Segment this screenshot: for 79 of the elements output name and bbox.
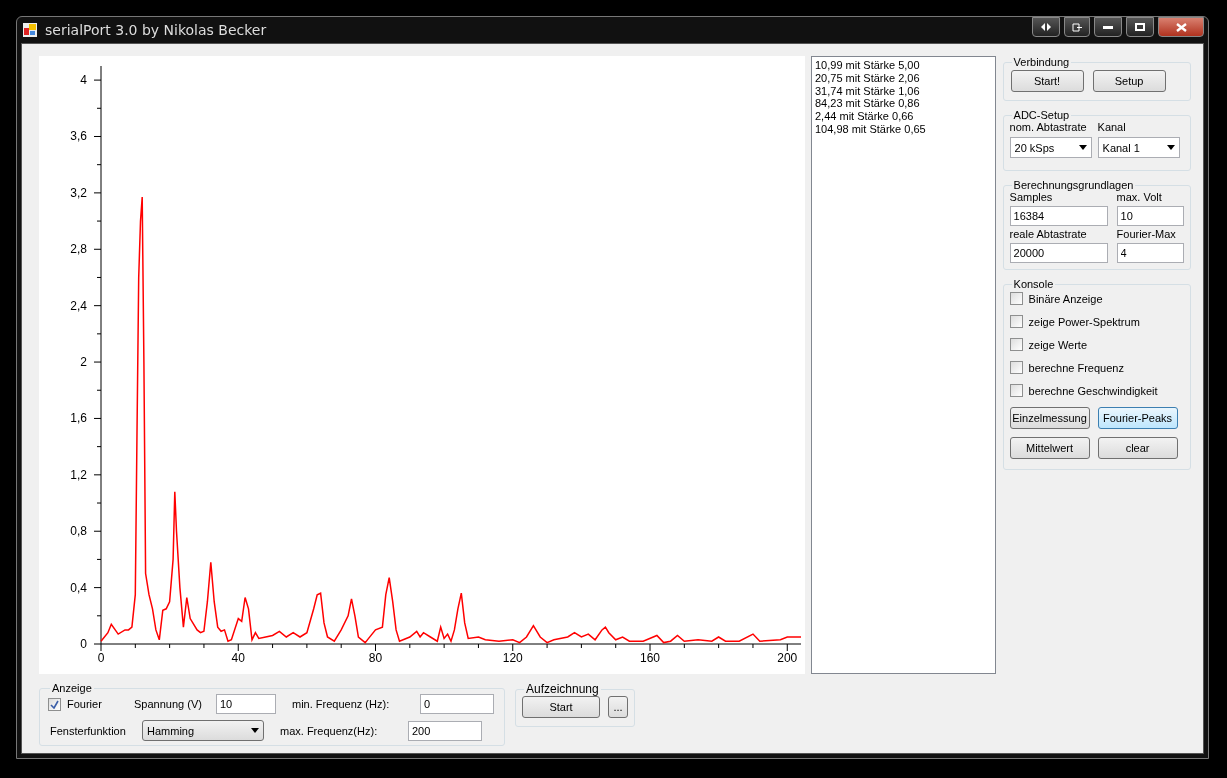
field-label: nom. Abtastrate xyxy=(1009,121,1088,133)
x-tick-label: 80 xyxy=(368,651,383,665)
window-title: serialPort 3.0 by Nikolas Becker xyxy=(45,22,267,38)
checkbox-label: Binäre Anzeige xyxy=(1028,292,1103,305)
dropdown[interactable]: Kanal 1 xyxy=(1097,137,1180,158)
group-title: Berechnungsgrundlagen xyxy=(1012,179,1135,191)
field-label: max. Volt xyxy=(1116,191,1163,203)
exit-icon[interactable] xyxy=(1064,17,1090,37)
checkbox-label: zeige Werte xyxy=(1028,338,1088,351)
maximize-icon[interactable] xyxy=(1126,17,1154,37)
button[interactable]: clear xyxy=(1097,437,1178,459)
list-item[interactable]: 31,74 mit Stärke 1,06 xyxy=(815,84,992,98)
checkbox[interactable] xyxy=(1009,338,1023,351)
button[interactable]: Setup xyxy=(1092,70,1166,92)
list-item[interactable]: 104,98 mit Stärke 0,65 xyxy=(815,123,992,136)
group-title: Verbindung xyxy=(1012,56,1071,68)
checkbox[interactable] xyxy=(1009,292,1023,305)
y-tick-label: 0 xyxy=(80,637,87,651)
y-tick-label: 0,4 xyxy=(70,580,87,595)
field-label: Spannung (V) xyxy=(134,698,203,710)
input-field[interactable]: 0 xyxy=(420,694,494,714)
group-title: Konsole xyxy=(1012,278,1055,290)
input-field[interactable]: 200 xyxy=(408,720,482,741)
input-field[interactable]: 16384 xyxy=(1009,206,1108,226)
checkbox-label: Fourier xyxy=(67,698,102,710)
checkbox[interactable] xyxy=(1009,384,1023,397)
input-field[interactable]: 10 xyxy=(216,694,276,714)
button[interactable]: Einzelmessung xyxy=(1009,407,1090,429)
caret-icon xyxy=(1078,145,1087,150)
caret-icon xyxy=(251,728,259,733)
close-icon[interactable] xyxy=(1158,17,1204,37)
button[interactable]: Mittelwert xyxy=(1009,437,1090,459)
list-item[interactable]: 2,44 mit Stärke 0,66 xyxy=(815,110,992,123)
field-label: Samples xyxy=(1009,191,1054,203)
button[interactable]: Fourier-Peaks xyxy=(1097,407,1178,429)
dropdown[interactable]: 20 kSps xyxy=(1009,137,1092,158)
checkbox-label: zeige Power-Spektrum xyxy=(1028,315,1140,328)
input-field[interactable]: 4 xyxy=(1116,243,1184,263)
x-tick-label: 0 xyxy=(97,651,105,665)
list-item[interactable]: 10,99 mit Stärke 5,00 xyxy=(815,59,992,72)
group-title: Aufzeichnung xyxy=(525,682,600,696)
x-tick-label: 160 xyxy=(640,651,661,665)
field-label: Kanal xyxy=(1097,121,1127,133)
x-tick-label: 40 xyxy=(231,651,245,665)
field-label: Fensterfunktion xyxy=(49,724,127,737)
checkbox[interactable] xyxy=(48,697,61,711)
checkbox-label: berechne Frequenz xyxy=(1028,361,1124,374)
checkbox[interactable] xyxy=(1009,361,1023,374)
x-tick-label: 200 xyxy=(777,651,798,665)
y-tick-label: 3,2 xyxy=(70,185,87,200)
button[interactable]: ... xyxy=(608,696,628,718)
group-title: ADC-Setup xyxy=(1012,109,1071,121)
list-item[interactable]: 84,23 mit Stärke 0,86 xyxy=(815,97,992,111)
dropdown[interactable]: Hamming xyxy=(142,720,264,741)
field-label: max. Frequenz(Hz): xyxy=(280,724,379,737)
y-tick-label: 2,4 xyxy=(70,298,87,313)
list-item[interactable]: 20,75 mit Stärke 2,06 xyxy=(815,71,992,85)
input-field[interactable]: 10 xyxy=(1116,206,1184,226)
checkbox-label: berechne Geschwindigkeit xyxy=(1028,384,1158,397)
input-field[interactable]: 20000 xyxy=(1009,243,1108,263)
y-tick-label: 4 xyxy=(80,73,87,88)
button[interactable]: Start! xyxy=(1010,70,1084,92)
caret-icon xyxy=(1166,145,1175,150)
checkbox[interactable] xyxy=(1009,315,1023,328)
field-label: min. Frequenz (Hz): xyxy=(292,698,391,710)
y-tick-label: 0,8 xyxy=(70,524,87,539)
y-tick-label: 3,6 xyxy=(70,129,87,144)
arrows-icon[interactable] xyxy=(1032,17,1060,37)
field-label: reale Abtastrate xyxy=(1009,228,1088,240)
minimize-icon[interactable] xyxy=(1094,17,1122,37)
y-tick-label: 2 xyxy=(80,355,87,370)
y-tick-label: 1,6 xyxy=(70,411,87,426)
y-tick-label: 2,8 xyxy=(70,242,87,257)
field-label: Fourier-Max xyxy=(1116,228,1177,240)
y-tick-label: 1,2 xyxy=(70,467,87,482)
group-title: Anzeige xyxy=(51,682,93,694)
x-tick-label: 120 xyxy=(502,651,523,665)
app-icon xyxy=(23,23,37,37)
button[interactable]: Start xyxy=(522,696,600,718)
